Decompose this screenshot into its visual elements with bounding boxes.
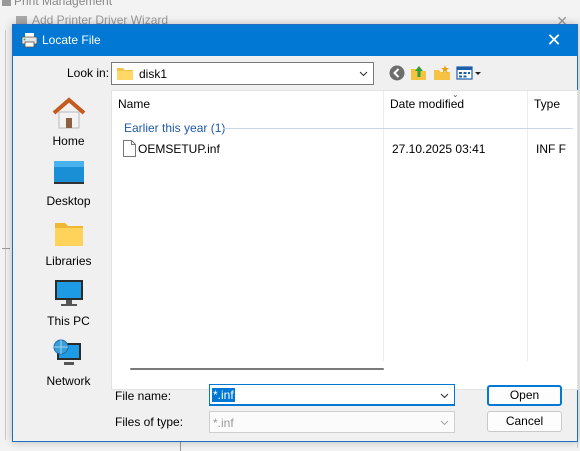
place-label: Libraries xyxy=(45,254,92,268)
view-menu-icon[interactable] xyxy=(456,64,482,82)
file-name-label: File name: xyxy=(115,389,172,403)
file-date-modified: 27.10.2025 03:41 xyxy=(392,142,486,156)
horizontal-scrollbar[interactable] xyxy=(130,368,384,370)
file-name-value: *.inf xyxy=(212,388,235,402)
home-icon xyxy=(52,97,85,129)
background-divider xyxy=(5,30,6,440)
file-type-label: Files of type: xyxy=(115,415,184,429)
look-in-label: Look in: xyxy=(67,66,110,80)
back-icon[interactable] xyxy=(388,64,406,82)
place-libraries[interactable]: Libraries xyxy=(25,217,112,275)
place-label: Desktop xyxy=(46,194,91,208)
folder-icon xyxy=(117,68,133,80)
background-tick xyxy=(180,442,181,451)
place-desktop[interactable]: Desktop xyxy=(25,157,112,215)
new-folder-icon[interactable] xyxy=(433,64,451,82)
column-header-name[interactable]: Name xyxy=(112,91,150,117)
file-type-dropdown[interactable]: *.inf xyxy=(209,411,455,433)
dialog-title-bar[interactable]: Locate File ✕ xyxy=(13,25,577,56)
file-icon xyxy=(123,140,136,157)
file-list[interactable]: Name ⌄ Date modified Type Earlier this y… xyxy=(111,90,578,390)
dialog-title: Locate File xyxy=(42,33,101,47)
column-divider xyxy=(383,91,384,361)
places-bar: Home Desktop Libraries This PC Network xyxy=(25,91,112,418)
desktop-icon xyxy=(53,161,84,184)
place-label: Network xyxy=(46,374,91,388)
look-in-value: disk1 xyxy=(139,67,168,81)
chevron-down-icon xyxy=(440,420,449,426)
printer-icon xyxy=(21,33,38,48)
column-divider xyxy=(527,91,528,361)
chevron-down-icon xyxy=(359,71,368,77)
chevron-down-icon[interactable] xyxy=(440,391,449,400)
open-button[interactable]: Open xyxy=(487,385,562,406)
group-divider xyxy=(223,128,573,129)
background-window-title-print-management: Print Management xyxy=(0,0,580,10)
place-label: Home xyxy=(52,134,85,148)
column-header-date-modified[interactable]: Date modified xyxy=(384,91,464,117)
column-header-type[interactable]: Type xyxy=(528,91,560,117)
place-this-pc[interactable]: This PC xyxy=(25,277,112,335)
background-window-title-text: Print Management xyxy=(14,0,113,8)
file-type: INF F xyxy=(536,142,566,156)
locate-file-dialog: Locate File ✕ Look in: disk1 Home Deskto… xyxy=(12,24,578,442)
network-icon xyxy=(53,339,81,365)
file-name-input[interactable]: *.inf xyxy=(209,384,455,406)
close-button[interactable]: ✕ xyxy=(531,25,577,56)
up-folder-icon[interactable] xyxy=(410,64,428,82)
file-name: OEMSETUP.inf xyxy=(138,142,220,156)
place-label: This PC xyxy=(47,314,90,328)
printer-icon xyxy=(2,0,11,6)
group-header[interactable]: Earlier this year (1) xyxy=(124,121,225,135)
look-in-dropdown[interactable]: disk1 xyxy=(111,62,374,85)
background-tick xyxy=(2,248,10,249)
place-network[interactable]: Network xyxy=(25,337,112,395)
list-item[interactable]: OEMSETUP.inf 27.10.2025 03:41 INF F xyxy=(120,139,575,159)
this-pc-icon xyxy=(54,280,83,306)
cancel-button[interactable]: Cancel xyxy=(487,411,562,432)
place-home[interactable]: Home xyxy=(25,97,112,155)
file-type-value: *.inf xyxy=(213,416,234,430)
libraries-icon xyxy=(54,223,83,246)
